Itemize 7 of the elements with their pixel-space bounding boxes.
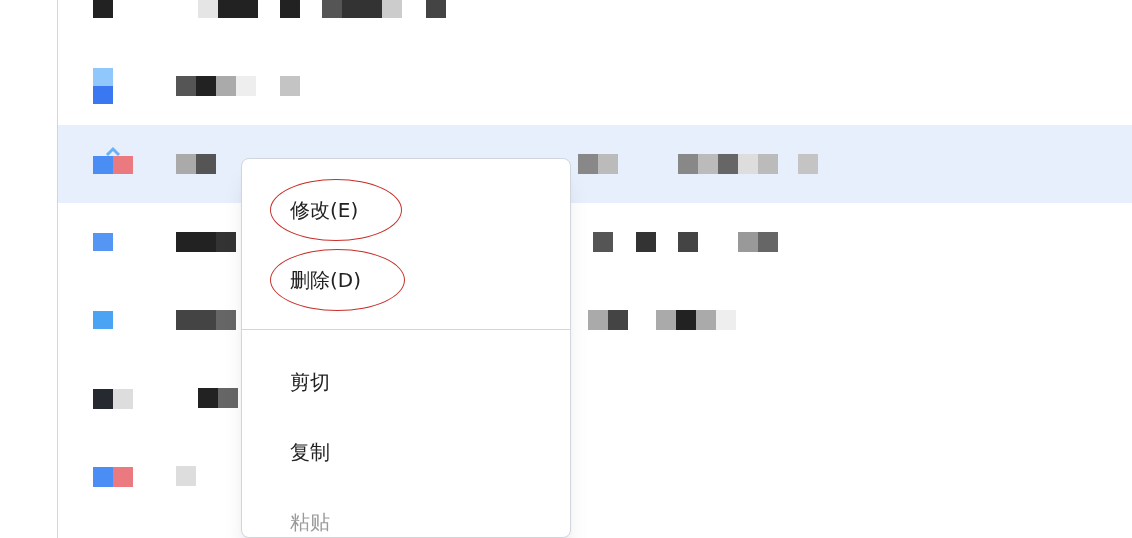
redacted-text xyxy=(198,388,238,408)
redacted-text xyxy=(176,466,196,486)
menu-item[interactable]: 复制 xyxy=(242,417,570,487)
menu-item[interactable]: 剪切 xyxy=(242,347,570,417)
file-icon xyxy=(93,68,113,104)
menu-item[interactable]: 修改(E) xyxy=(242,175,570,245)
menu-item[interactable]: 删除(D) xyxy=(242,245,570,315)
